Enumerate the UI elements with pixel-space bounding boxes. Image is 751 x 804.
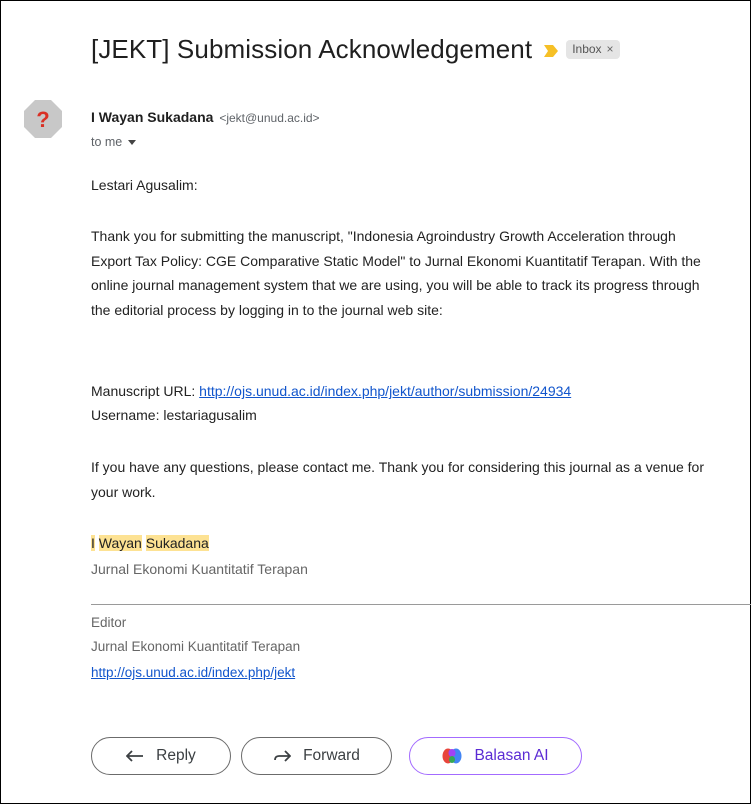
greeting: Lestari Agusalim: bbox=[91, 177, 198, 193]
manuscript-url-label: Manuscript URL: bbox=[91, 383, 200, 399]
signature-journal: Jurnal Ekonomi Kuantitatif Terapan bbox=[91, 561, 308, 577]
ai-reply-label: Balasan AI bbox=[474, 747, 549, 764]
reply-arrow-icon bbox=[126, 749, 144, 763]
body-paragraph-2: If you have any questions, please contac… bbox=[91, 459, 704, 500]
reply-label: Reply bbox=[156, 747, 196, 764]
remove-label-icon[interactable]: × bbox=[607, 42, 614, 56]
ai-reply-button[interactable]: Balasan AI bbox=[409, 737, 582, 775]
recipient-details-chevron-icon[interactable] bbox=[128, 139, 137, 145]
sender-email: <jekt@unud.ac.id> bbox=[219, 111, 320, 125]
signature-divider bbox=[91, 604, 751, 605]
recipient-line[interactable]: to me bbox=[91, 135, 137, 149]
sender-avatar[interactable]: ? bbox=[23, 99, 63, 139]
body-paragraph-1: Thank you for submitting the manuscript,… bbox=[91, 228, 701, 318]
footer-journal: Jurnal Ekonomi Kuantitatif Terapan bbox=[91, 639, 301, 654]
avatar-glyph: ? bbox=[36, 107, 49, 132]
recipient-text: to me bbox=[91, 135, 123, 149]
manuscript-url-line: Manuscript URL: http://ojs.unud.ac.id/in… bbox=[91, 379, 571, 404]
ai-brain-icon bbox=[442, 747, 462, 765]
footer-journal-link[interactable]: http://ojs.unud.ac.id/index.php/jekt bbox=[91, 665, 295, 680]
signature-name: I Wayan Sukadana bbox=[91, 531, 209, 556]
email-subject: [JEKT] Submission Acknowledgement bbox=[91, 33, 533, 64]
subject-row: [JEKT] Submission Acknowledgement Inbox … bbox=[91, 29, 620, 69]
username-line: Username: lestariagusalim bbox=[91, 407, 257, 423]
importance-marker-icon[interactable] bbox=[544, 44, 559, 57]
signature-name-part: Sukadana bbox=[145, 535, 209, 551]
inbox-label-chip[interactable]: Inbox × bbox=[566, 39, 620, 59]
manuscript-url-link[interactable]: http://ojs.unud.ac.id/index.php/jekt/aut… bbox=[199, 383, 571, 399]
footer-url-container: http://ojs.unud.ac.id/index.php/jekt bbox=[91, 662, 295, 684]
forward-button[interactable]: Forward bbox=[241, 737, 392, 775]
signature-name-part: Wayan bbox=[98, 535, 142, 551]
sender-name[interactable]: I Wayan Sukadana bbox=[91, 109, 213, 125]
reply-button[interactable]: Reply bbox=[91, 737, 231, 775]
forward-label: Forward bbox=[303, 747, 360, 764]
forward-arrow-icon bbox=[273, 749, 292, 763]
footer-role: Editor bbox=[91, 615, 127, 630]
sender-line: I Wayan Sukadana <jekt@unud.ac.id> bbox=[91, 109, 320, 125]
signature-name-part: I bbox=[91, 535, 95, 551]
inbox-label-text: Inbox bbox=[572, 41, 602, 56]
email-view: [JEKT] Submission Acknowledgement Inbox … bbox=[0, 0, 751, 804]
